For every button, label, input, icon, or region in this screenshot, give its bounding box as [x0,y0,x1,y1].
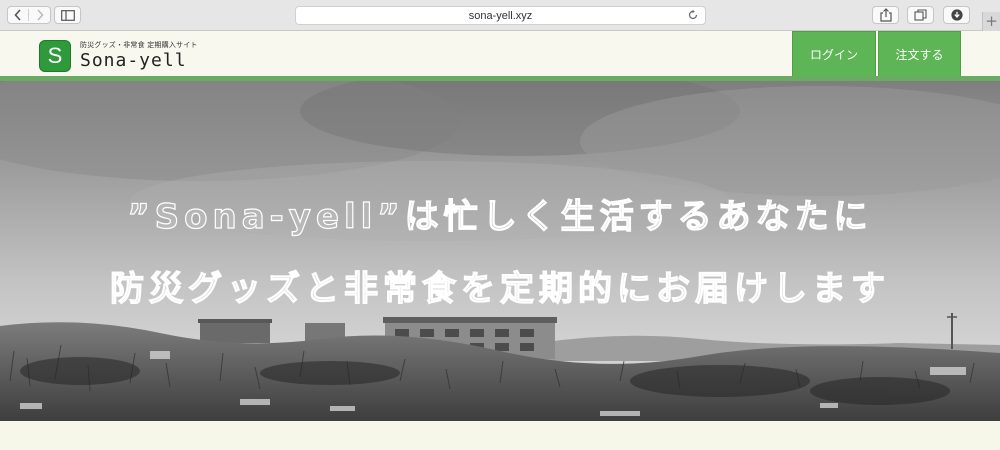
forward-icon[interactable] [29,9,50,21]
share-icon [879,8,892,22]
tabs-icon [914,9,927,21]
download-icon [950,9,963,21]
hero-headline-line-1: ”Sona-yell”は忙しく生活するあなたに [127,196,873,237]
new-tab-button[interactable]: + [982,12,1000,31]
site-name[interactable]: Sona-yell [80,50,187,71]
back-icon[interactable] [8,9,30,21]
share-button[interactable] [872,6,899,24]
order-button[interactable]: 注文する [878,31,961,78]
hero-background-image [0,81,1000,421]
hero-headline-line-2: 防災グッズと非常食を定期的にお届けします [109,268,890,309]
sidebar-icon [60,9,75,21]
logo-icon[interactable]: S [39,40,71,72]
site-tagline: 防災グッズ・非常食 定期購入サイト [80,41,198,49]
downloads-button[interactable] [943,6,970,24]
login-button[interactable]: ログイン [792,31,876,78]
reload-icon[interactable] [687,9,699,24]
address-bar[interactable]: sona-yell.xyz [295,6,706,25]
browser-toolbar: sona-yell.xyz + [0,0,1000,31]
sidebar-button[interactable] [54,6,81,24]
history-nav [7,6,51,24]
url-text: sona-yell.xyz [468,9,533,22]
hero-banner: ”Sona-yell”は忙しく生活するあなたに 防災グッズと非常食を定期的にお届… [0,81,1000,421]
content-area [0,421,1000,450]
tabs-button[interactable] [907,6,934,24]
